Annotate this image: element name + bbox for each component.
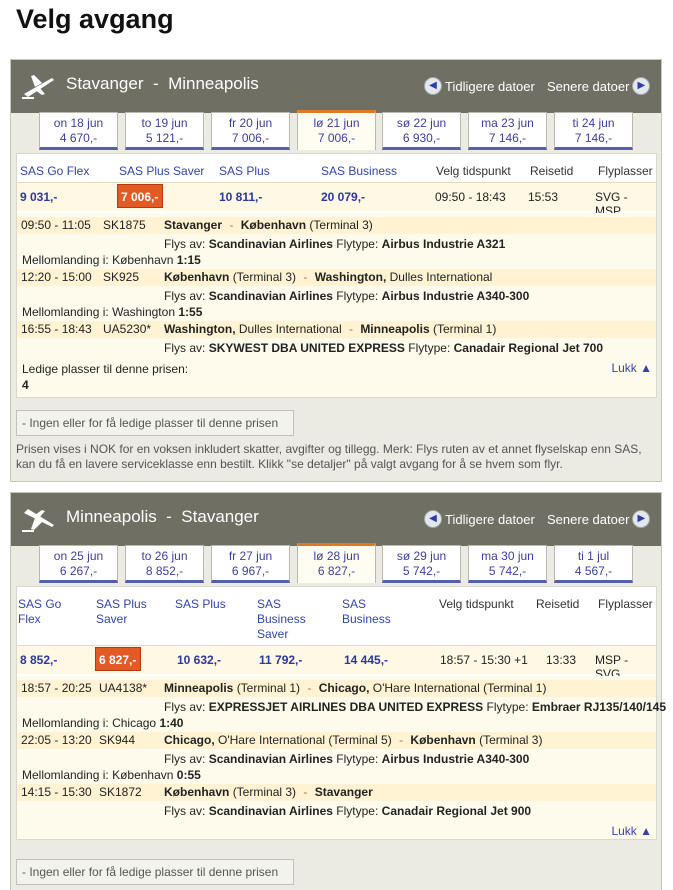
airplane-icon (22, 509, 54, 532)
flight-details: 09:50 - 11:05 SK1875 Stavanger - Københa… (17, 213, 656, 397)
operator-line: Flys av: Scandinavian Airlines Flytype: … (164, 237, 506, 251)
next-dates-button[interactable]: Senere datoer ▶ (547, 510, 651, 528)
price-plus[interactable]: 10 811,- (219, 190, 262, 204)
flight-details: 18:57 - 20:25 UA4138* Minneapolis (Termi… (17, 676, 666, 839)
col-duration: Reisetid (530, 164, 574, 178)
col-time: Velg tidspunkt (439, 597, 514, 611)
route-title: Stavanger - Minneapolis (66, 74, 259, 93)
col-go-flex: SAS Go Flex (18, 597, 62, 626)
price-plus[interactable]: 10 632,- (177, 653, 221, 667)
date-tab[interactable]: on 25 jun 6 267,- (39, 545, 118, 583)
segment-row: 12:20 - 15:00 SK925 København (Terminal … (17, 269, 656, 286)
price-plus-saver-selected[interactable]: 7 006,- (117, 184, 164, 208)
travel-time: 15:53 (528, 190, 559, 204)
date-tab[interactable]: fr 20 jun 7 006,- (211, 112, 290, 150)
operator-line: Flys av: Scandinavian Airlines Flytype: … (164, 289, 530, 303)
next-dates-button[interactable]: Senere datoer ▶ (547, 77, 651, 95)
price-business-saver[interactable]: 11 792,- (259, 653, 302, 667)
departure-time: 18:57 - 15:30 +1 (440, 653, 528, 667)
col-business-saver: SAS Business Saver (257, 597, 306, 641)
stopover-line: Mellomlanding i: Chicago 1:40 (22, 716, 184, 730)
prev-dates-button[interactable]: ◀ Tidligere datoer (424, 510, 535, 528)
date-tab[interactable]: fr 27 jun 6 967,- (211, 545, 290, 583)
col-airports: Flyplasser (598, 164, 653, 178)
stopover-line: Mellomlanding i: Washington 1:55 (22, 305, 203, 319)
price-business[interactable]: 14 445,- (344, 653, 388, 667)
segment-row: 14:15 - 15:30 SK1872 København (Terminal… (17, 784, 656, 801)
date-tab[interactable]: to 26 jun 8 852,- (125, 545, 204, 583)
price-business[interactable]: 20 079,- (321, 190, 365, 204)
chevron-left-icon: ◀ (424, 510, 442, 528)
stopover-line: Mellomlanding i: København 0:55 (22, 768, 201, 782)
seats-value: 4 (22, 378, 29, 392)
price-go-flex[interactable]: 9 031,- (20, 190, 57, 204)
operator-line: Flys av: EXPRESSJET AIRLINES DBA UNITED … (164, 700, 666, 714)
inbound-flight-table: SAS Go Flex SAS Plus Saver SAS Plus SAS Bus… (16, 586, 666, 840)
segment-row: 22:05 - 13:20 SK944 Chicago, O'Hare Inte… (17, 732, 656, 749)
col-business: SAS Business (321, 164, 398, 178)
no-seats-button[interactable]: - Ingen eller for få ledige plasser til … (16, 410, 294, 436)
col-plus: SAS Plus (175, 597, 226, 611)
flight-row[interactable]: 9 031,- 7 006,- 10 811,- 20 079,- 09:50 … (17, 182, 656, 218)
page-title: Velg avgang (16, 4, 174, 34)
date-tab-selected[interactable]: lø 21 jun 7 006,- (297, 110, 376, 150)
date-tabs: on 25 jun 6 267,- to 26 jun 8 852,- fr 27 … (11, 543, 661, 586)
col-plus-saver: SAS Plus Saver (119, 164, 205, 178)
airplane-icon (22, 75, 54, 99)
segment-row: 18:57 - 20:25 UA4138* Minneapolis (Termi… (17, 680, 656, 697)
price-note: Prisen vises i NOK for en voksen inklude… (16, 442, 642, 471)
segment-row: 09:50 - 11:05 SK1875 Stavanger - Københa… (17, 217, 656, 234)
seats-label: Ledige plasser til denne prisen: (22, 362, 189, 376)
departure-time: 09:50 - 18:43 (435, 190, 506, 204)
date-tab[interactable]: ma 23 jun 7 146,- (468, 112, 547, 150)
col-plus: SAS Plus (219, 164, 270, 178)
prev-dates-button[interactable]: ◀ Tidligere datoer (424, 77, 535, 95)
operator-line: Flys av: Scandinavian Airlines Flytype: … (164, 804, 532, 818)
no-seats-button[interactable]: - Ingen eller for få ledige plasser til … (16, 859, 294, 885)
chevron-right-icon: ▶ (632, 510, 651, 528)
date-tab[interactable]: sø 22 jun 6 930,- (382, 112, 461, 150)
inbound-panel: Minneapolis - Stavanger ◀ Tidligere dato… (10, 492, 666, 890)
outbound-header: Stavanger - Minneapolis ◀ Tidligere dato… (11, 60, 661, 113)
col-time: Velg tidspunkt (436, 164, 511, 178)
col-airports: Flyplasser (598, 597, 653, 611)
date-tab[interactable]: sø 29 jun 5 742,- (382, 545, 461, 583)
stopover-line: Mellomlanding i: København 1:15 (22, 253, 201, 267)
close-details-link[interactable]: Lukk ▲ (611, 824, 652, 838)
price-plus-saver-selected[interactable]: 6 827,- (95, 647, 142, 671)
date-tab[interactable]: on 18 jun 4 670,- (39, 112, 118, 150)
operator-line: Flys av: SKYWEST DBA UNITED EXPRESS Flyt… (164, 341, 604, 355)
col-duration: Reisetid (536, 597, 580, 611)
date-tab-selected[interactable]: lø 28 jun 6 827,- (297, 543, 376, 583)
operator-line: Flys av: Scandinavian Airlines Flytype: … (164, 752, 530, 766)
travel-time: 13:33 (546, 653, 577, 667)
date-tab[interactable]: ti 24 jun 7 146,- (554, 112, 633, 150)
outbound-panel: Stavanger - Minneapolis ◀ Tidligere dato… (10, 59, 662, 482)
inbound-header: Minneapolis - Stavanger ◀ Tidligere dato… (11, 493, 661, 546)
col-go-flex: SAS Go Flex (20, 164, 90, 178)
outbound-flight-table: SAS Go Flex SAS Plus Saver SAS Plus SAS … (16, 153, 657, 398)
route-title: Minneapolis - Stavanger (66, 507, 259, 526)
date-tab[interactable]: ma 30 jun 5 742,- (468, 545, 547, 583)
date-tabs: on 18 jun 4 670,- to 19 jun 5 121,- fr 20 … (11, 110, 661, 153)
date-tab[interactable]: ti 1 jul 4 567,- (554, 545, 633, 583)
col-business: SAS Business (342, 597, 391, 626)
flight-row[interactable]: 8 852,- 6 827,- 10 632,- 11 792,- 14 445… (17, 645, 656, 681)
chevron-right-icon: ▶ (632, 77, 651, 95)
segment-row: 16:55 - 18:43 UA5230* Washington, Dulles… (17, 321, 656, 338)
close-details-link[interactable]: Lukk ▲ (611, 361, 652, 375)
chevron-left-icon: ◀ (424, 77, 442, 95)
col-plus-saver: SAS Plus Saver (96, 597, 147, 626)
date-tab[interactable]: to 19 jun 5 121,- (125, 112, 204, 150)
price-go-flex[interactable]: 8 852,- (20, 653, 57, 667)
